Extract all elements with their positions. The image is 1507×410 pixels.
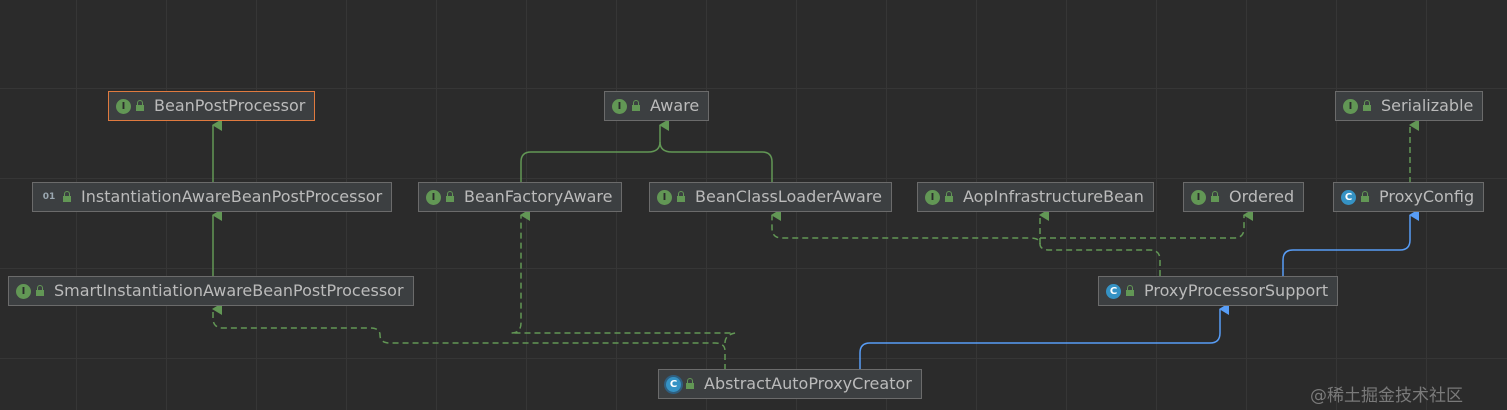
node-ordered[interactable]: I Ordered xyxy=(1183,182,1305,212)
edge-beanclassloaderaware-to-aware xyxy=(659,141,773,183)
lock-icon xyxy=(136,100,144,111)
edge-support-to-proxyconfig xyxy=(1282,209,1419,276)
watermark-text: @稀土掘金技术社区 xyxy=(1310,386,1463,406)
node-aware[interactable]: I Aware xyxy=(604,91,710,121)
interface-icon: I xyxy=(612,98,627,114)
annotation-icon: 01 xyxy=(42,191,56,202)
interface-icon: I xyxy=(426,189,441,205)
lock-icon xyxy=(36,285,44,296)
node-serializable[interactable]: I Serializable xyxy=(1335,91,1484,121)
node-label: SmartInstantiationAwareBeanPostProcessor xyxy=(54,281,404,300)
lock-icon xyxy=(63,191,71,202)
node-label: Aware xyxy=(650,96,700,115)
interface-icon: I xyxy=(16,283,31,299)
node-abstract-auto-proxy-creator[interactable]: C AbstractAutoProxyCreator xyxy=(658,369,922,399)
lock-icon xyxy=(1363,100,1371,111)
interface-icon: I xyxy=(1191,189,1206,205)
interface-icon: I xyxy=(116,98,131,114)
lock-icon xyxy=(1126,285,1134,296)
lock-icon xyxy=(446,191,454,202)
edge-creator-to-beanfactoryaware xyxy=(510,209,736,344)
lock-icon xyxy=(632,100,640,111)
lock-icon xyxy=(1211,191,1219,202)
node-proxy-config[interactable]: C ProxyConfig xyxy=(1333,182,1485,212)
edge-beanfactoryaware-to-aware xyxy=(520,119,669,183)
node-label: InstantiationAwareBeanPostProcessor xyxy=(81,187,383,206)
node-instantiation-aware-bean-post-processor[interactable]: 01 InstantiationAwareBeanPostProcessor xyxy=(32,182,393,212)
lock-icon xyxy=(677,191,685,202)
interface-icon: I xyxy=(657,189,672,205)
edge-support-to-ordered xyxy=(1040,209,1253,239)
node-label: BeanFactoryAware xyxy=(464,187,613,206)
node-bean-class-loader-aware[interactable]: I BeanClassLoaderAware xyxy=(649,182,892,212)
lock-icon xyxy=(945,191,953,202)
node-label: AopInfrastructureBean xyxy=(963,187,1144,206)
interface-icon: I xyxy=(1343,98,1358,114)
class-icon: C xyxy=(1106,283,1121,299)
node-label: BeanClassLoaderAware xyxy=(695,187,882,206)
node-aop-infrastructure-bean[interactable]: I AopInfrastructureBean xyxy=(917,182,1154,212)
class-icon: C xyxy=(1341,189,1356,205)
abstract-class-icon: C xyxy=(666,376,681,392)
node-label: AbstractAutoProxyCreator xyxy=(704,374,912,393)
lock-icon xyxy=(1361,191,1369,202)
node-smart-instantiation-aware-bean-post-processor[interactable]: I SmartInstantiationAwareBeanPostProcess… xyxy=(8,276,414,306)
edge-support-to-beanclassloaderaware xyxy=(771,209,1161,276)
node-label: ProxyProcessorSupport xyxy=(1144,281,1329,300)
node-label: Ordered xyxy=(1229,187,1295,206)
node-label: ProxyConfig xyxy=(1379,187,1475,206)
node-proxy-processor-support[interactable]: C ProxyProcessorSupport xyxy=(1098,276,1339,306)
edge-creator-to-smart xyxy=(212,303,726,370)
edge-creator-to-support xyxy=(859,303,1229,370)
node-bean-post-processor[interactable]: I BeanPostProcessor xyxy=(108,91,316,121)
node-bean-factory-aware[interactable]: I BeanFactoryAware xyxy=(418,182,623,212)
lock-icon xyxy=(686,378,694,389)
node-label: Serializable xyxy=(1381,96,1474,115)
node-label: BeanPostProcessor xyxy=(154,96,306,115)
interface-icon: I xyxy=(925,189,940,205)
